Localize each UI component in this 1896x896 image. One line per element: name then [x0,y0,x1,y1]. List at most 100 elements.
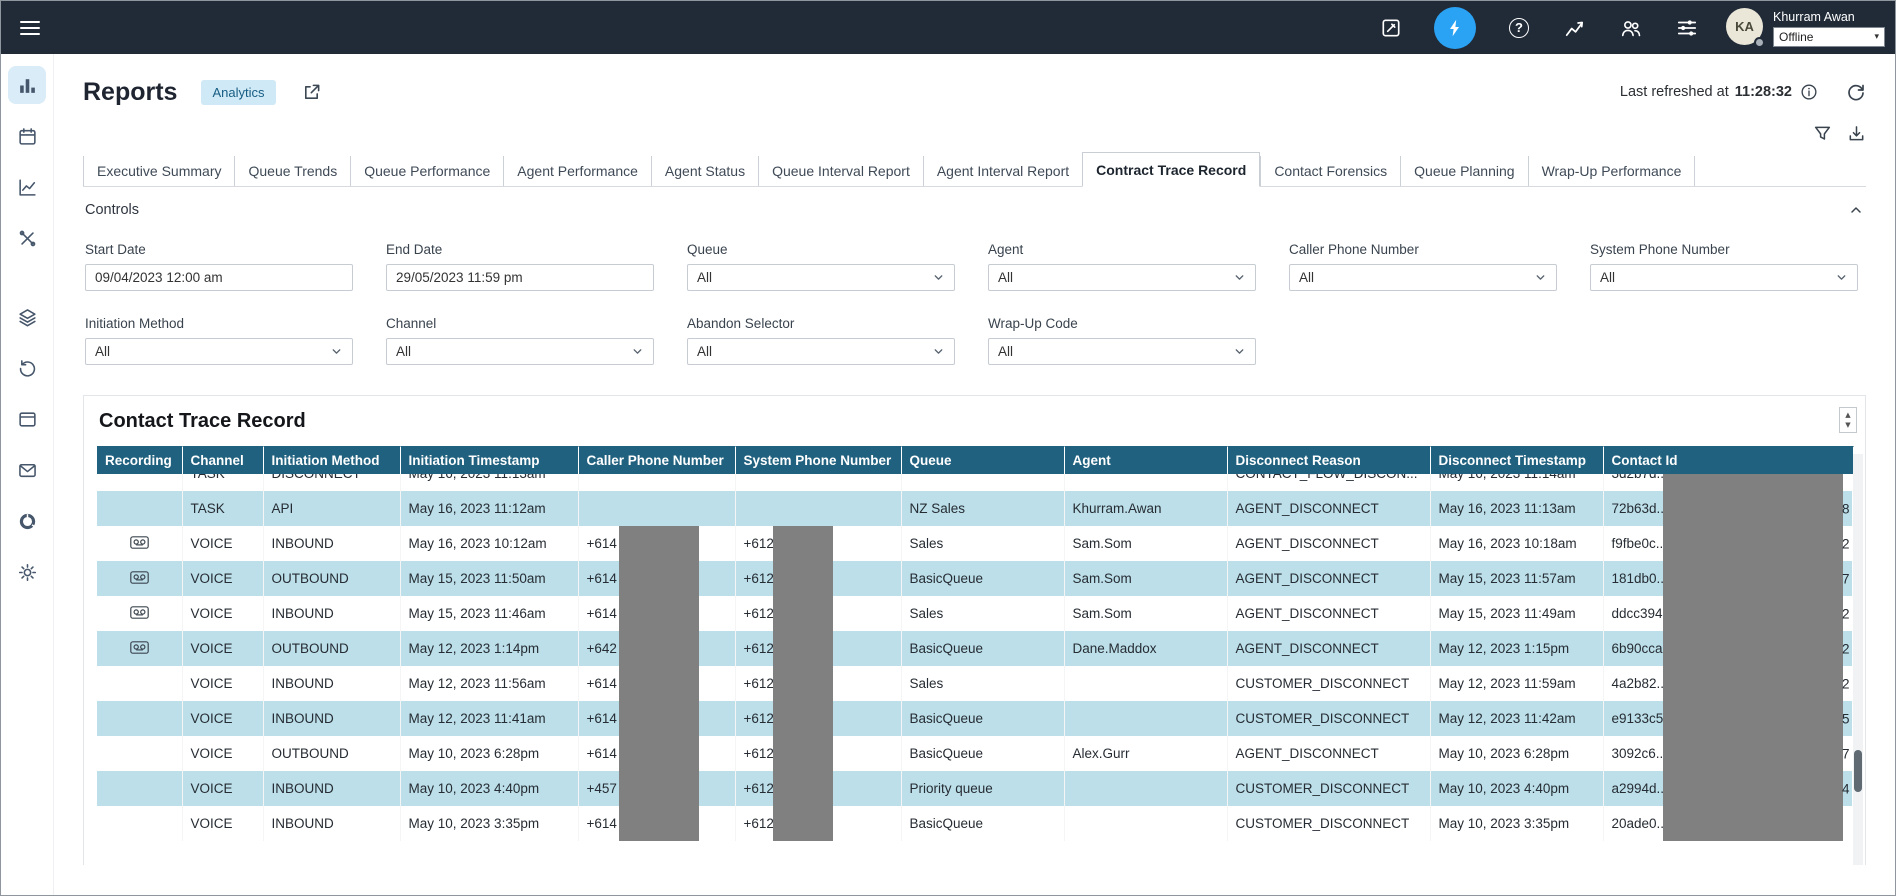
tab-queue-planning[interactable]: Queue Planning [1400,156,1527,186]
calendar-icon[interactable] [8,117,46,155]
column-header-initiation-method[interactable]: Initiation Method [263,447,400,475]
tab-agent-interval-report[interactable]: Agent Interval Report [923,156,1082,186]
tab-contract-trace-record[interactable]: Contract Trace Record [1082,152,1260,187]
download-icon[interactable] [1847,124,1866,143]
scroll-stepper[interactable]: ▲▼ [1839,407,1857,433]
cell-disconnect-timestamp: May 10, 2023 6:28pm [1430,736,1603,771]
line-chart-icon[interactable] [1562,15,1588,41]
queue-select[interactable]: All [687,264,955,291]
column-header-channel[interactable]: Channel [182,447,263,475]
table-row[interactable]: VOICEOUTBOUNDMay 15, 2023 11:50am+614+61… [97,561,1852,596]
redaction-overlay [1663,561,1843,596]
external-link-icon[interactable] [302,83,321,102]
cell-recording[interactable] [97,596,182,631]
table-row[interactable]: VOICEINBOUNDMay 12, 2023 11:56am+614+612… [97,666,1852,701]
agent-select[interactable]: All [988,264,1256,291]
abandon-selector-select[interactable]: All [687,338,955,365]
cell-channel: TASK [182,474,263,491]
sliders-icon[interactable] [1674,15,1700,41]
cell-recording[interactable] [97,561,182,596]
table-row[interactable]: VOICEOUTBOUNDMay 10, 2023 6:28pm+614+612… [97,736,1852,771]
table-row[interactable]: VOICEINBOUNDMay 10, 2023 4:40pm+457+612P… [97,771,1852,806]
column-header-disconnect-timestamp[interactable]: Disconnect Timestamp [1430,447,1603,475]
cell-recording[interactable] [97,526,182,561]
field-label: Start Date [85,242,353,257]
cell-contact-id: 4a2b82...2 [1603,666,1852,701]
table-row[interactable]: TASKDISCONNECTMay 16, 2023 11:13amCONTAC… [97,474,1852,491]
line-graph-icon[interactable] [8,168,46,206]
cell-recording[interactable] [97,631,182,666]
table-row[interactable]: VOICEINBOUNDMay 12, 2023 11:41am+614+612… [97,701,1852,736]
column-header-initiation-timestamp[interactable]: Initiation Timestamp [400,447,578,475]
table-row[interactable]: VOICEINBOUNDMay 15, 2023 11:46am+614+612… [97,596,1852,631]
mail-icon[interactable] [8,451,46,489]
avatar[interactable]: KA [1726,8,1763,45]
column-header-system-phone-number[interactable]: System Phone Number [735,447,901,475]
tab-queue-performance[interactable]: Queue Performance [350,156,503,186]
column-header-queue[interactable]: Queue [901,447,1064,475]
users-icon[interactable] [1618,15,1644,41]
tab-wrap-up-performance[interactable]: Wrap-Up Performance [1528,156,1696,186]
redaction-overlay [773,526,833,561]
column-header-recording[interactable]: Recording [97,447,182,475]
end-date-input[interactable] [386,264,654,291]
notes-icon[interactable] [1378,15,1404,41]
start-date-input[interactable] [85,264,353,291]
history-icon[interactable] [8,349,46,387]
step-down-icon[interactable]: ▼ [1845,420,1850,430]
cell-system-phone-number [735,474,901,491]
cell-disconnect-reason: AGENT_DISCONNECT [1227,631,1430,666]
column-header-disconnect-reason[interactable]: Disconnect Reason [1227,447,1430,475]
flash-icon[interactable] [1434,7,1476,49]
status-select[interactable]: Offline ▾ [1773,27,1885,47]
window-icon[interactable] [8,400,46,438]
cell-agent: Sam.Som [1064,596,1227,631]
layers-icon[interactable] [8,298,46,336]
last-refreshed-label: Last refreshed at [1620,84,1729,100]
redaction-overlay [773,701,833,736]
table-row[interactable]: VOICEINBOUNDMay 10, 2023 3:35pm+614+612B… [97,806,1852,841]
column-header-contact-id[interactable]: Contact Id [1603,447,1853,475]
channel-select[interactable]: All [386,338,654,365]
info-icon[interactable] [1800,83,1818,101]
table-row[interactable]: TASKAPIMay 16, 2023 11:12amNZ SalesKhurr… [97,491,1852,526]
cell-initiation-timestamp: May 12, 2023 11:56am [400,666,578,701]
help-icon[interactable]: ? [1506,15,1532,41]
column-header-caller-phone-number[interactable]: Caller Phone Number [578,447,735,475]
wrap-up-code-select[interactable]: All [988,338,1256,365]
column-header-agent[interactable]: Agent [1064,447,1227,475]
bar-chart-icon[interactable] [8,66,46,104]
cell-caller-phone-number: +614 [578,806,735,841]
system-phone-number-select[interactable]: All [1590,264,1858,291]
hamburger-menu-icon[interactable] [17,15,43,41]
redaction-overlay [619,631,699,666]
cell-caller-phone-number: +614 [578,666,735,701]
cell-caller-phone-number: +614 [578,526,735,561]
collapse-chevron-icon[interactable] [1848,202,1864,218]
tab-executive-summary[interactable]: Executive Summary [83,156,234,186]
step-up-icon[interactable]: ▲ [1845,410,1850,420]
tab-contact-forensics[interactable]: Contact Forensics [1260,156,1400,186]
refresh-icon[interactable] [1846,82,1866,102]
cell-initiation-method: INBOUND [263,701,400,736]
tab-queue-trends[interactable]: Queue Trends [234,156,350,186]
filter-icon[interactable] [1813,124,1832,143]
controls-title: Controls [85,202,139,218]
caller-phone-number-select[interactable]: All [1289,264,1557,291]
table-row[interactable]: VOICEINBOUNDMay 16, 2023 10:12am+614+612… [97,526,1852,561]
table-scrollbar[interactable] [1853,454,1863,865]
initiation-method-select[interactable]: All [85,338,353,365]
tab-agent-performance[interactable]: Agent Performance [503,156,651,186]
scrollbar-thumb[interactable] [1854,750,1862,792]
doughnut-icon[interactable] [8,502,46,540]
tools-icon[interactable] [8,219,46,257]
table-row[interactable]: VOICEOUTBOUNDMay 12, 2023 1:14pm+642+612… [97,631,1852,666]
tab-agent-status[interactable]: Agent Status [651,156,758,186]
cell-caller-phone-number [578,491,735,526]
user-menu[interactable]: KA Khurram Awan Offline ▾ [1726,8,1885,47]
cell-contact-id: 20ade0... [1603,806,1852,841]
cell-agent [1064,806,1227,841]
gear-icon[interactable] [8,553,46,591]
cell-initiation-timestamp: May 15, 2023 11:50am [400,561,578,596]
tab-queue-interval-report[interactable]: Queue Interval Report [758,156,923,186]
